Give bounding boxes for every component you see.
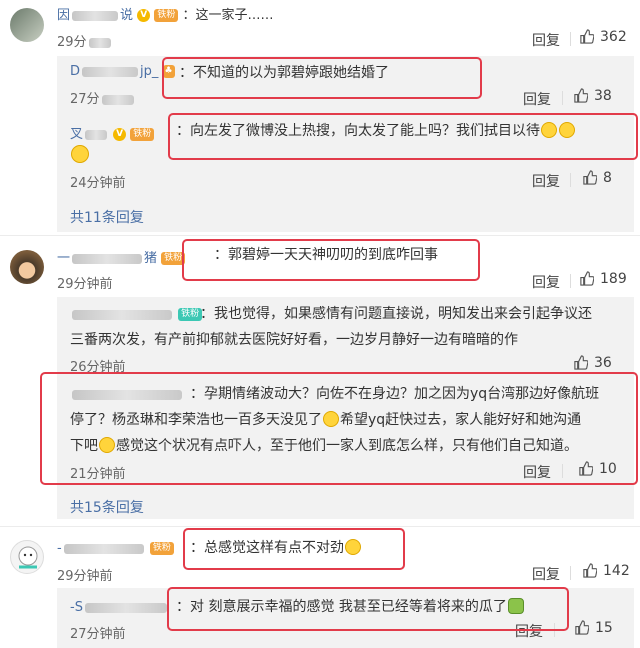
verified-icon: V [137,9,151,22]
fan-badge: 铁粉 [178,308,203,321]
like-count: 142 [603,563,630,579]
avatar[interactable] [10,250,44,284]
reply-button[interactable]: 回复 [532,30,560,50]
reply-text: ：我也觉得，如果感情有问题直接说，明知发出来会引起争议还 [200,306,592,322]
comment-time: 29分钟前 [57,277,113,292]
avatar[interactable] [10,540,44,574]
more-replies-link[interactable]: 共11条回复 [70,207,144,227]
comment-username[interactable]: 因说 V 铁粉 ：这一家子…… [57,4,274,23]
reply-time: 27分 [70,88,136,107]
avatar[interactable] [10,8,44,42]
highlight-box [162,57,482,99]
reply-username[interactable]: Djp_ ♣ [70,64,175,79]
like-count: 8 [603,170,612,186]
smile-emoji-icon [71,145,89,163]
thumbs-up-icon [583,563,598,578]
fan-badge: 铁粉 [149,542,174,555]
highlight-box [183,528,405,570]
thumbs-up-icon [580,29,595,44]
verified-icon: V [113,128,127,141]
like-count: 36 [594,355,612,371]
highlight-box [167,587,569,631]
thumbs-up-icon [580,271,595,286]
reply-username[interactable]: 叉 V 铁粉 [70,123,155,142]
like-button[interactable]: 8 [582,170,612,186]
thumbs-up-icon [583,170,598,185]
like-button[interactable]: 38 [573,88,612,104]
reply-time: 27分钟前 [70,627,126,642]
reply-time: 24分钟前 [70,176,126,191]
like-button[interactable]: 189 [579,271,627,287]
reply-button[interactable]: 回复 [532,171,560,191]
comment-username[interactable]: - 铁粉 [57,541,174,556]
comment-username[interactable]: 一猪 铁粉 [57,247,186,266]
highlight-box [40,372,638,485]
reply-text-cont: 三番两次发，有产前抑郁就去医院好好看，一边岁月静好一边有暗暗的作 [70,332,518,348]
reply-username[interactable]: 铁粉 [70,307,203,322]
like-button[interactable]: 15 [574,620,613,636]
like-button[interactable]: 36 [573,355,612,371]
fan-badge: 铁粉 [130,128,155,141]
reply-button[interactable]: 回复 [532,564,560,584]
comment-time: 29分 [57,31,113,50]
thumbs-up-icon [575,620,590,635]
like-button[interactable]: 362 [579,29,627,45]
highlight-box [182,239,480,281]
fan-badge: 铁粉 [154,9,179,22]
reply-button[interactable]: 回复 [532,272,560,292]
like-count: 15 [595,620,613,636]
more-replies-link[interactable]: 共15条回复 [70,497,144,517]
like-button[interactable]: 142 [582,563,630,579]
reply-button[interactable]: 回复 [523,89,551,109]
highlight-box [168,113,638,160]
like-count: 38 [594,88,612,104]
thumbs-up-icon [574,88,589,103]
like-count: 189 [600,271,627,287]
reply-username[interactable]: -S [70,600,169,615]
comment-text: 这一家子…… [195,8,274,23]
thumbs-up-icon [574,355,589,370]
like-count: 362 [600,29,627,45]
comment-time: 29分钟前 [57,569,113,584]
comment-feed: 因说 V 铁粉 ：这一家子…… 29分 回复 362 Djp_ ♣ ：不知道的以… [0,0,640,648]
